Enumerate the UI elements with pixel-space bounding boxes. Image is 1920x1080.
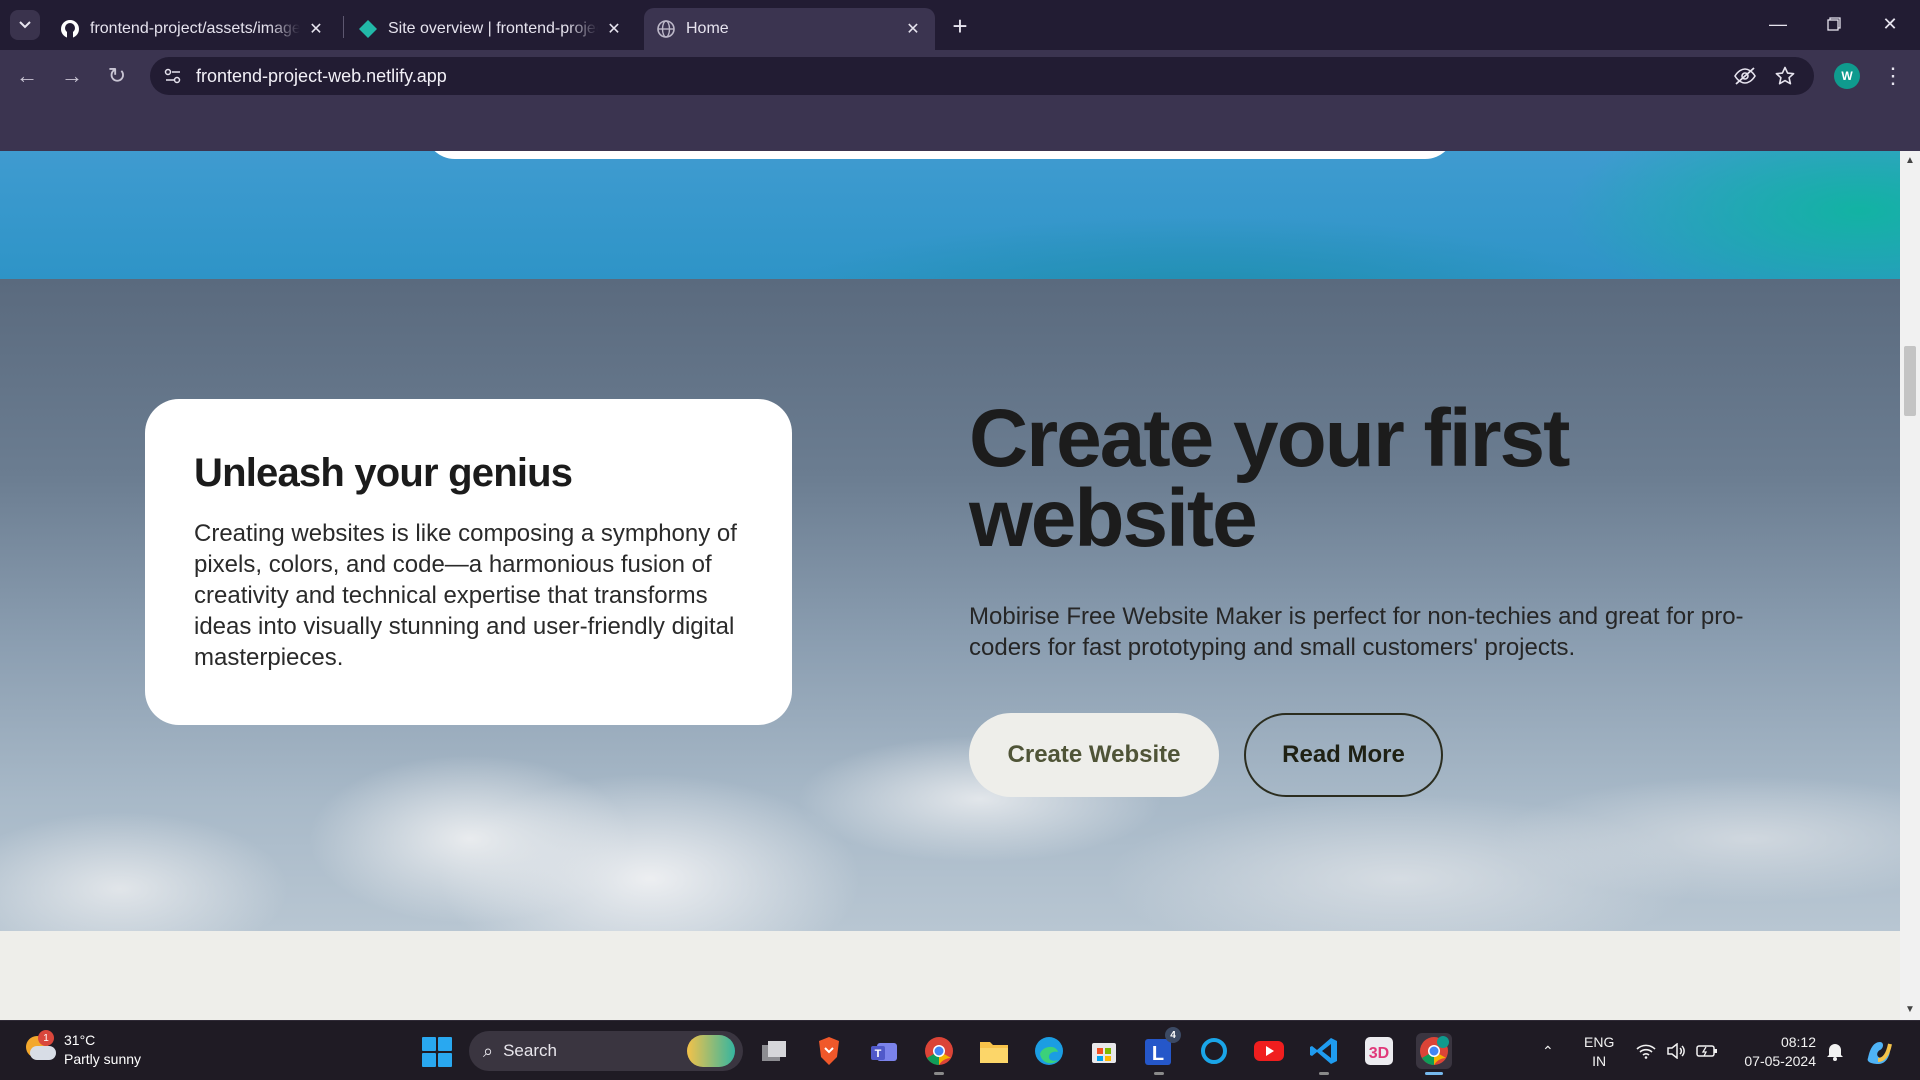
wifi-icon[interactable] xyxy=(1636,1021,1656,1080)
teams-icon[interactable]: T xyxy=(866,1033,902,1069)
page-viewport: Unleash your genius Creating websites is… xyxy=(0,151,1900,1020)
youtube-icon[interactable] xyxy=(1251,1033,1287,1069)
url-text[interactable]: frontend-project-web.netlify.app xyxy=(196,66,447,87)
search-icon: ⌕ xyxy=(483,1040,494,1061)
weather-temp: 31°C xyxy=(64,1032,96,1048)
close-icon[interactable]: ✕ xyxy=(306,19,326,39)
bookmark-star-icon[interactable] xyxy=(1772,63,1798,89)
hero-title: Create your first website xyxy=(969,393,1570,564)
microsoft-store-icon[interactable] xyxy=(1086,1033,1122,1069)
genius-card: Unleash your genius Creating websites is… xyxy=(145,399,792,725)
tab-separator xyxy=(343,16,344,38)
address-bar[interactable]: frontend-project-web.netlify.app xyxy=(150,57,1814,95)
eye-off-icon[interactable] xyxy=(1732,63,1758,89)
notification-bell-icon[interactable] xyxy=(1826,1021,1844,1080)
hero-subtitle: Mobirise Free Website Maker is perfect f… xyxy=(969,603,1744,661)
cortana-icon[interactable] xyxy=(1196,1033,1232,1069)
hero-search-box-edge xyxy=(425,151,1455,159)
language-line2: IN xyxy=(1592,1053,1607,1069)
3d-app-icon[interactable]: 3D xyxy=(1361,1033,1397,1069)
search-highlight-image xyxy=(687,1035,735,1067)
clock[interactable]: 08:12 07-05-2024 xyxy=(1736,1033,1816,1071)
page-scrollbar[interactable]: ▲ ▼ xyxy=(1900,151,1920,1020)
scroll-thumb[interactable] xyxy=(1904,346,1916,416)
cta-section: Unleash your genius Creating websites is… xyxy=(0,279,1900,931)
close-icon[interactable]: ✕ xyxy=(604,19,624,39)
app-badge: 4 xyxy=(1165,1027,1181,1043)
genius-card-title: Unleash your genius xyxy=(194,451,573,495)
battery-icon[interactable] xyxy=(1696,1021,1718,1080)
scroll-down-icon[interactable]: ▼ xyxy=(1904,1004,1916,1015)
next-section xyxy=(0,931,1900,1020)
tab-home[interactable]: Home ✕ xyxy=(644,8,935,50)
weather-condition: Partly sunny xyxy=(64,1051,142,1067)
taskbar-search[interactable]: ⌕ Search xyxy=(469,1031,743,1071)
reload-icon[interactable]: ↻ xyxy=(102,61,132,91)
browser-tab-strip: frontend-project/assets/images ✕ Site ov… xyxy=(0,0,1920,50)
clock-date: 07-05-2024 xyxy=(1744,1053,1816,1069)
tab-search-button[interactable] xyxy=(10,10,40,40)
window-close-icon[interactable]: ✕ xyxy=(1862,8,1918,40)
language-line1: ENG xyxy=(1584,1034,1615,1050)
volume-icon[interactable] xyxy=(1666,1021,1686,1080)
show-hidden-icons[interactable]: ⌃ xyxy=(1542,1021,1554,1080)
restore-icon[interactable] xyxy=(1806,8,1862,40)
copilot-icon[interactable] xyxy=(1864,1021,1894,1080)
tab-title: Site overview | frontend-project xyxy=(388,20,598,37)
back-arrow-icon[interactable]: ← xyxy=(12,61,42,91)
edge-icon[interactable] xyxy=(1031,1033,1067,1069)
new-tab-button[interactable]: + xyxy=(946,11,974,41)
task-view-icon[interactable] xyxy=(756,1033,792,1069)
bookmark-bar xyxy=(0,100,1920,151)
scroll-up-icon[interactable]: ▲ xyxy=(1904,155,1916,166)
tab-github[interactable]: frontend-project/assets/images ✕ xyxy=(48,8,338,50)
notification-badge: 1 xyxy=(38,1030,54,1046)
partly-sunny-icon: 1 xyxy=(22,1030,56,1066)
taskbar-search-label: Search xyxy=(503,1041,557,1060)
read-more-button[interactable]: Read More xyxy=(1244,713,1443,797)
hero-banner-bottom xyxy=(0,151,1900,279)
windows-taskbar: 1 31°C Partly sunny ⌕ Search T L 4 3D ⌃ … xyxy=(0,1020,1920,1080)
close-icon[interactable]: ✕ xyxy=(903,19,923,39)
chevron-down-icon xyxy=(19,21,31,29)
brave-browser-icon[interactable] xyxy=(811,1033,847,1069)
chrome-profile-icon[interactable] xyxy=(1416,1033,1452,1075)
profile-avatar[interactable]: W xyxy=(1834,63,1860,89)
windows-start-icon[interactable] xyxy=(422,1037,452,1067)
file-explorer-icon[interactable] xyxy=(976,1033,1012,1069)
vscode-icon[interactable] xyxy=(1306,1033,1342,1075)
svg-text:T: T xyxy=(875,1048,882,1060)
weather-widget[interactable]: 1 31°C Partly sunny xyxy=(22,1030,142,1069)
globe-icon xyxy=(656,19,676,39)
svg-text:L: L xyxy=(1152,1043,1164,1065)
github-icon xyxy=(60,19,80,39)
browser-toolbar: ← → ↻ frontend-project-web.netlify.app W… xyxy=(0,50,1920,100)
tab-title: frontend-project/assets/images xyxy=(90,20,300,37)
genius-card-body: Creating websites is like composing a sy… xyxy=(194,520,737,671)
netlify-icon xyxy=(358,19,378,39)
tab-netlify[interactable]: Site overview | frontend-project ✕ xyxy=(346,8,636,50)
kebab-menu-icon[interactable]: ⋮ xyxy=(1880,61,1906,91)
create-website-button[interactable]: Create Website xyxy=(969,713,1219,797)
forward-arrow-icon[interactable]: → xyxy=(57,61,87,91)
minimize-icon[interactable]: — xyxy=(1750,8,1806,40)
svg-text:3D: 3D xyxy=(1369,1045,1389,1062)
site-info-icon[interactable] xyxy=(158,61,188,91)
language-indicator[interactable]: ENG IN xyxy=(1584,1033,1614,1071)
l-app-icon[interactable]: L 4 xyxy=(1141,1027,1181,1075)
clock-time: 08:12 xyxy=(1780,1034,1816,1050)
tab-title: Home xyxy=(686,20,729,37)
chrome-icon[interactable] xyxy=(921,1033,957,1075)
hero-copy: Create your first website Mobirise Free … xyxy=(969,393,1749,663)
